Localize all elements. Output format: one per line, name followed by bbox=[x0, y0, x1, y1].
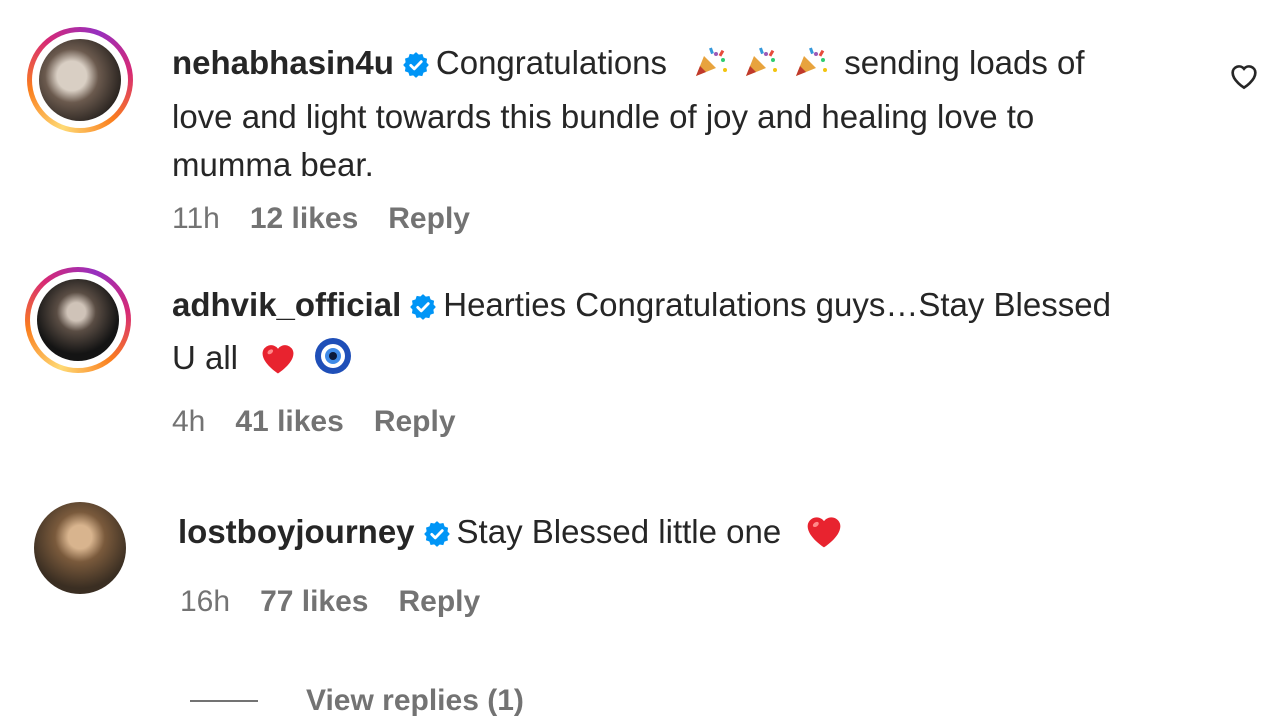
comment-text: lostboyjourney Stay Blessed little one bbox=[178, 508, 1238, 562]
comment-username[interactable]: nehabhasin4u bbox=[172, 44, 394, 81]
avatar[interactable] bbox=[37, 279, 119, 361]
avatar[interactable] bbox=[34, 502, 126, 594]
view-replies-button[interactable]: View replies (1) bbox=[190, 684, 524, 718]
verified-badge-icon bbox=[423, 513, 451, 561]
view-replies-label: View replies (1) bbox=[306, 684, 524, 717]
comment-body-line: mumma bear. bbox=[172, 146, 374, 183]
comment-lead-text: Congratulations bbox=[435, 44, 668, 81]
reply-button[interactable]: Reply bbox=[374, 405, 456, 438]
comment-likes[interactable]: 12 likes bbox=[250, 202, 358, 235]
comment-username[interactable]: adhvik_official bbox=[172, 286, 401, 323]
comment-item: adhvik_official Hearties Congratulations… bbox=[0, 255, 1280, 455]
comment-body-line: love and light towards this bundle of jo… bbox=[172, 98, 1035, 135]
verified-badge-icon bbox=[409, 286, 437, 334]
avatar[interactable] bbox=[39, 39, 121, 121]
reply-button[interactable]: Reply bbox=[388, 202, 470, 235]
comment-body-line: U all bbox=[172, 339, 239, 376]
story-ring[interactable] bbox=[27, 27, 133, 133]
heart-outline-icon bbox=[1231, 65, 1257, 90]
comment-text: adhvik_official Hearties Congratulations… bbox=[172, 281, 1262, 388]
party-popper-emoji bbox=[790, 45, 830, 93]
party-popper-emoji bbox=[690, 45, 730, 93]
divider-line bbox=[190, 700, 258, 702]
party-popper-emoji bbox=[740, 45, 780, 93]
comment-text: nehabhasin4u Congratulations sending loa… bbox=[172, 39, 1192, 189]
comment-meta: 4h 41 likes Reply bbox=[172, 405, 486, 439]
reply-button[interactable]: Reply bbox=[399, 585, 481, 618]
comment-body-line: Stay Blessed little one bbox=[456, 513, 782, 550]
like-comment-button[interactable] bbox=[1228, 60, 1260, 95]
comment-item: lostboyjourney Stay Blessed little one 1… bbox=[0, 490, 1280, 640]
comment-username[interactable]: lostboyjourney bbox=[178, 513, 415, 550]
comment-time[interactable]: 4h bbox=[172, 405, 205, 438]
comment-likes[interactable]: 77 likes bbox=[260, 585, 368, 618]
nazar-amulet-emoji bbox=[314, 337, 352, 388]
comment-meta: 16h 77 likes Reply bbox=[180, 585, 510, 619]
comment-body-line: Hearties Congratulations guys…Stay Bless… bbox=[443, 286, 1111, 323]
red-heart-emoji bbox=[259, 340, 297, 388]
comment-time[interactable]: 16h bbox=[180, 585, 230, 618]
red-heart-emoji bbox=[804, 513, 844, 562]
comment-body-line: sending loads of bbox=[844, 44, 1085, 81]
comment-time[interactable]: 11h bbox=[172, 202, 220, 235]
story-ring[interactable] bbox=[25, 267, 131, 373]
verified-badge-icon bbox=[402, 44, 430, 92]
comment-meta: 11h 12 likes Reply bbox=[172, 202, 500, 236]
comment-item: nehabhasin4u Congratulations sending loa… bbox=[0, 0, 1280, 250]
comment-likes[interactable]: 41 likes bbox=[235, 405, 343, 438]
